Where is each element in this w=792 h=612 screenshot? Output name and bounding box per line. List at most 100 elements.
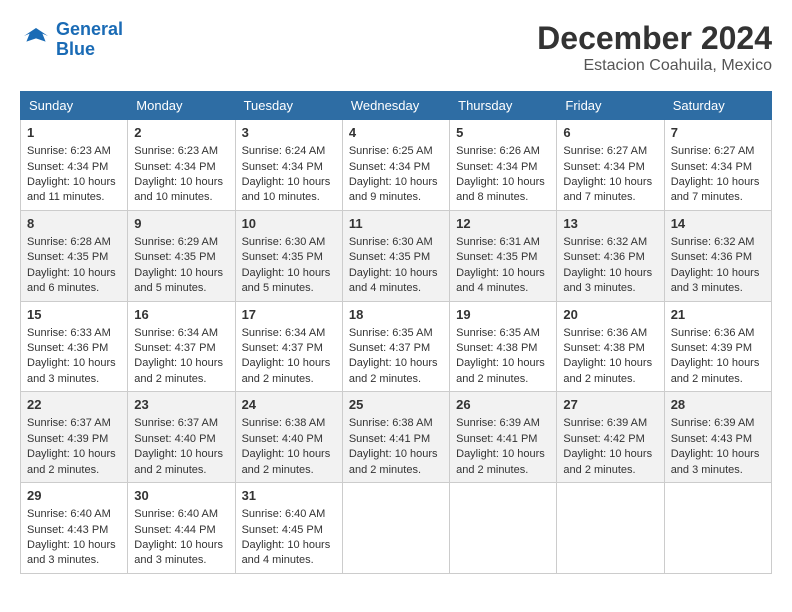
table-row: 20Sunrise: 6:36 AMSunset: 4:38 PMDayligh… <box>557 301 664 392</box>
table-row <box>450 483 557 574</box>
table-row: 25Sunrise: 6:38 AMSunset: 4:41 PMDayligh… <box>342 392 449 483</box>
sunrise-label: Sunrise: 6:30 AM <box>349 236 433 248</box>
sunset-label: Sunset: 4:37 PM <box>349 342 430 354</box>
table-row: 2 Sunrise: 6:23 AM Sunset: 4:34 PM Daylight… <box>128 120 235 211</box>
table-row: 7Sunrise: 6:27 AMSunset: 4:34 PMDaylight… <box>664 120 771 211</box>
day-number: 25 <box>349 396 443 414</box>
daylight-label: Daylight: 10 hours and 8 minutes. <box>456 176 545 203</box>
sunset-label: Sunset: 4:36 PM <box>27 342 108 354</box>
sunset-label: Sunset: 4:38 PM <box>456 342 537 354</box>
sunrise-label: Sunrise: 6:27 AM <box>563 145 647 157</box>
day-number: 3 <box>242 124 336 142</box>
daylight-label: Daylight: 10 hours and 2 minutes. <box>27 448 116 475</box>
header-tuesday: Tuesday <box>235 92 342 120</box>
table-row: 10Sunrise: 6:30 AMSunset: 4:35 PMDayligh… <box>235 210 342 301</box>
daylight-label: Daylight: 10 hours and 4 minutes. <box>456 267 545 294</box>
day-number: 17 <box>242 306 336 324</box>
day-number: 5 <box>456 124 550 142</box>
calendar-week-row: 22Sunrise: 6:37 AMSunset: 4:39 PMDayligh… <box>21 392 772 483</box>
daylight-label: Daylight: 10 hours and 10 minutes. <box>134 176 223 203</box>
sunset-label: Sunset: 4:45 PM <box>242 524 323 536</box>
table-row <box>342 483 449 574</box>
sunset-label: Sunset: 4:34 PM <box>134 161 215 173</box>
table-row: 29Sunrise: 6:40 AMSunset: 4:43 PMDayligh… <box>21 483 128 574</box>
day-number: 16 <box>134 306 228 324</box>
day-number: 10 <box>242 215 336 233</box>
logo-line2: Blue <box>56 39 95 59</box>
calendar-week-row: 1 Sunrise: 6:23 AM Sunset: 4:34 PM Daylight… <box>21 120 772 211</box>
header-friday: Friday <box>557 92 664 120</box>
sunrise-label: Sunrise: 6:40 AM <box>242 508 326 520</box>
daylight-label: Daylight: 10 hours and 5 minutes. <box>134 267 223 294</box>
sunset-label: Sunset: 4:41 PM <box>456 433 537 445</box>
day-number: 13 <box>563 215 657 233</box>
sunset-label: Sunset: 4:34 PM <box>242 161 323 173</box>
sunrise-label: Sunrise: 6:39 AM <box>456 417 540 429</box>
sunrise-label: Sunrise: 6:38 AM <box>349 417 433 429</box>
table-row: 31Sunrise: 6:40 AMSunset: 4:45 PMDayligh… <box>235 483 342 574</box>
sunrise-label: Sunrise: 6:38 AM <box>242 417 326 429</box>
sunrise-label: Sunrise: 6:40 AM <box>134 508 218 520</box>
sunset-label: Sunset: 4:34 PM <box>456 161 537 173</box>
sunset-label: Sunset: 4:39 PM <box>27 433 108 445</box>
header-saturday: Saturday <box>664 92 771 120</box>
table-row: 1Sunrise: 6:23 AMSunset: 4:34 PMDaylight… <box>21 120 128 211</box>
sunrise-label: Sunrise: 6:25 AM <box>349 145 433 157</box>
day-number: 27 <box>563 396 657 414</box>
sunset-label: Sunset: 4:36 PM <box>563 251 644 263</box>
sunset-label: Sunset: 4:35 PM <box>242 251 323 263</box>
sunrise-label: Sunrise: 6:28 AM <box>27 236 111 248</box>
month-title: December 2024 <box>537 20 772 57</box>
sunset-label: Sunset: 4:34 PM <box>27 161 108 173</box>
table-row: 13 Sunrise: 6:32 AM Sunset: 4:36 PM Dayligh… <box>557 210 664 301</box>
table-row: 9Sunrise: 6:29 AMSunset: 4:35 PMDaylight… <box>128 210 235 301</box>
sunrise-label: Sunrise: 6:37 AM <box>134 417 218 429</box>
table-row: 23Sunrise: 6:37 AMSunset: 4:40 PMDayligh… <box>128 392 235 483</box>
daylight-label: Daylight: 10 hours and 9 minutes. <box>349 176 438 203</box>
logo: General Blue <box>20 20 123 60</box>
day-number: 1 <box>27 124 121 142</box>
daylight-label: Daylight: 10 hours and 2 minutes. <box>563 448 652 475</box>
table-row: 5Sunrise: 6:26 AMSunset: 4:34 PMDaylight… <box>450 120 557 211</box>
sunrise-label: Sunrise: 6:32 AM <box>563 236 647 248</box>
day-number: 28 <box>671 396 765 414</box>
sunset-label: Sunset: 4:43 PM <box>27 524 108 536</box>
daylight-label: Daylight: 10 hours and 2 minutes. <box>456 357 545 384</box>
day-number: 4 <box>349 124 443 142</box>
sunrise-label: Sunrise: 6:36 AM <box>671 327 755 339</box>
table-row: 22Sunrise: 6:37 AMSunset: 4:39 PMDayligh… <box>21 392 128 483</box>
daylight-label: Daylight: 10 hours and 3 minutes. <box>563 267 652 294</box>
daylight-label: Daylight: 10 hours and 2 minutes. <box>134 448 223 475</box>
sunrise-label: Sunrise: 6:30 AM <box>242 236 326 248</box>
sunrise-label: Sunrise: 6:23 AM <box>134 145 218 157</box>
calendar-table: Sunday Monday Tuesday Wednesday Thursday… <box>20 91 772 574</box>
daylight-label: Daylight: 10 hours and 6 minutes. <box>27 267 116 294</box>
sunrise-label: Sunrise: 6:31 AM <box>456 236 540 248</box>
sunset-label: Sunset: 4:35 PM <box>27 251 108 263</box>
table-row: 19Sunrise: 6:35 AMSunset: 4:38 PMDayligh… <box>450 301 557 392</box>
sunset-label: Sunset: 4:38 PM <box>563 342 644 354</box>
sunset-label: Sunset: 4:42 PM <box>563 433 644 445</box>
daylight-label: Daylight: 10 hours and 3 minutes. <box>134 539 223 566</box>
table-row: 6Sunrise: 6:27 AMSunset: 4:34 PMDaylight… <box>557 120 664 211</box>
daylight-label: Daylight: 10 hours and 2 minutes. <box>242 357 331 384</box>
calendar-week-row: 8Sunrise: 6:28 AMSunset: 4:35 PMDaylight… <box>21 210 772 301</box>
day-number: 2 <box>134 124 228 142</box>
header-thursday: Thursday <box>450 92 557 120</box>
daylight-label: Daylight: 10 hours and 2 minutes. <box>563 357 652 384</box>
sunrise-label: Sunrise: 6:34 AM <box>242 327 326 339</box>
day-number: 14 <box>671 215 765 233</box>
daylight-label: Daylight: 10 hours and 10 minutes. <box>242 176 331 203</box>
sunrise-label: Sunrise: 6:37 AM <box>27 417 111 429</box>
day-number: 26 <box>456 396 550 414</box>
table-row: 24Sunrise: 6:38 AMSunset: 4:40 PMDayligh… <box>235 392 342 483</box>
weekday-header-row: Sunday Monday Tuesday Wednesday Thursday… <box>21 92 772 120</box>
sunset-label: Sunset: 4:35 PM <box>456 251 537 263</box>
day-number: 21 <box>671 306 765 324</box>
header-sunday: Sunday <box>21 92 128 120</box>
daylight-label: Daylight: 10 hours and 3 minutes. <box>671 267 760 294</box>
calendar-week-row: 29Sunrise: 6:40 AMSunset: 4:43 PMDayligh… <box>21 483 772 574</box>
sunrise-label: Sunrise: 6:34 AM <box>134 327 218 339</box>
table-row: 14Sunrise: 6:32 AMSunset: 4:36 PMDayligh… <box>664 210 771 301</box>
sunrise-label: Sunrise: 6:23 AM <box>27 145 111 157</box>
